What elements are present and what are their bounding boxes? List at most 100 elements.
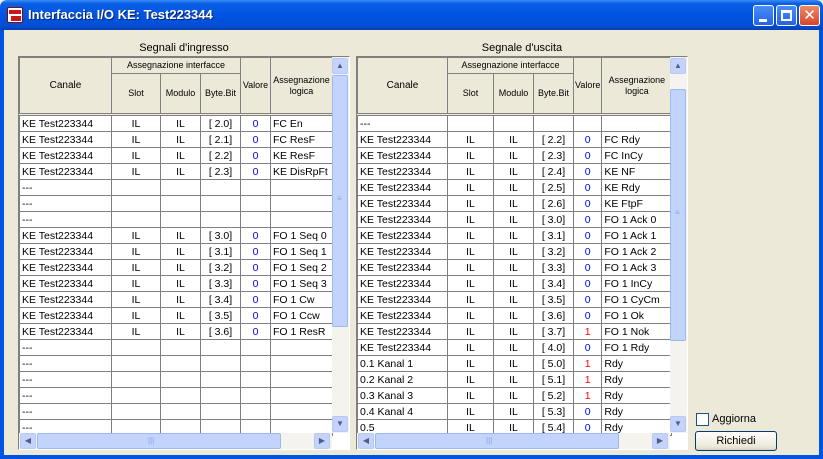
cell-byte-bit[interactable]: [ 2.2] <box>200 147 241 164</box>
cell-byte-bit[interactable]: [ 2.2] <box>533 131 574 148</box>
cell-logica[interactable]: FO 1 Ack 1 <box>601 227 673 244</box>
cell-valore[interactable]: 0 <box>572 227 603 244</box>
cell-valore[interactable]: 0 <box>240 131 271 148</box>
cell-valore[interactable] <box>240 355 271 372</box>
cell-canale[interactable]: KE Test223344 <box>357 339 448 356</box>
title-bar[interactable]: Interfaccia I/O KE: Test223344 ✕ <box>0 0 823 30</box>
cell-canale[interactable]: KE Test223344 <box>19 131 112 148</box>
cell-modulo[interactable]: IL <box>160 147 201 164</box>
cell-byte-bit[interactable] <box>533 115 574 132</box>
aggiorna-checkbox[interactable] <box>696 413 709 426</box>
scroll-up-icon[interactable]: ▲ <box>670 58 686 74</box>
table-row[interactable]: 0.3 Kanal 3 IL IL[ 5.2] 1 Rdy <box>357 387 673 404</box>
close-button[interactable]: ✕ <box>799 5 820 26</box>
table-row[interactable]: KE Test223344 IL IL[ 3.1] 0 FO 1 Ack 1 <box>357 227 673 244</box>
cell-byte-bit[interactable] <box>200 355 241 372</box>
cell-canale[interactable]: --- <box>19 211 112 228</box>
cell-modulo[interactable]: IL <box>493 259 534 276</box>
table-row[interactable]: --- <box>19 355 333 372</box>
cell-logica[interactable]: FO 1 Ack 3 <box>601 259 673 276</box>
cell-slot[interactable]: IL <box>447 355 494 372</box>
cell-modulo[interactable]: IL <box>493 163 534 180</box>
col-header-slot[interactable]: Slot <box>111 73 161 114</box>
cell-canale[interactable]: KE Test223344 <box>357 147 448 164</box>
cell-logica[interactable]: FO 1 Seq 3 <box>270 275 333 292</box>
cell-modulo[interactable]: IL <box>493 195 534 212</box>
cell-logica[interactable]: Rdy <box>601 355 673 372</box>
table-row[interactable]: --- <box>357 115 673 132</box>
col-header-valore[interactable]: Valore <box>572 57 603 114</box>
cell-slot[interactable]: IL <box>447 339 494 356</box>
cell-logica[interactable]: FC ResF <box>270 131 333 148</box>
cell-canale[interactable]: KE Test223344 <box>19 307 112 324</box>
cell-logica[interactable]: FO 1 Ack 2 <box>601 243 673 260</box>
cell-canale[interactable]: KE Test223344 <box>19 259 112 276</box>
cell-modulo[interactable] <box>160 387 201 404</box>
cell-modulo[interactable]: IL <box>493 339 534 356</box>
cell-logica[interactable]: KE DisRpFt <box>270 163 333 180</box>
table-row[interactable]: --- <box>19 403 333 420</box>
cell-modulo[interactable]: IL <box>160 323 201 340</box>
col-header-assegnazione-logica[interactable]: Assegnazione logica <box>270 57 333 114</box>
cell-slot[interactable]: IL <box>447 259 494 276</box>
cell-slot[interactable]: IL <box>447 371 494 388</box>
cell-canale[interactable]: 0.2 Kanal 2 <box>357 371 448 388</box>
cell-logica[interactable] <box>270 179 333 196</box>
cell-canale[interactable]: --- <box>19 179 112 196</box>
table-row[interactable]: KE Test223344 IL IL[ 2.5] 0 KE Rdy <box>357 179 673 196</box>
table-row[interactable]: KE Test223344 IL IL[ 3.6] 0 FO 1 ResR <box>19 323 333 340</box>
cell-logica[interactable] <box>270 371 333 388</box>
col-header-byte-bit[interactable]: Byte.Bit <box>200 73 241 114</box>
table-row[interactable]: KE Test223344 IL IL[ 2.3] 0 KE DisRpFt <box>19 163 333 180</box>
cell-canale[interactable]: 0.3 Kanal 3 <box>357 387 448 404</box>
cell-logica[interactable]: FO 1 Ccw <box>270 307 333 324</box>
cell-canale[interactable]: KE Test223344 <box>19 323 112 340</box>
cell-logica[interactable]: FO 1 Ok <box>601 307 673 324</box>
scroll-down-icon[interactable]: ▼ <box>670 416 686 432</box>
cell-canale[interactable]: KE Test223344 <box>357 323 448 340</box>
cell-byte-bit[interactable]: [ 2.3] <box>533 147 574 164</box>
cell-modulo[interactable]: IL <box>160 291 201 308</box>
cell-canale[interactable]: KE Test223344 <box>19 275 112 292</box>
cell-byte-bit[interactable]: [ 3.7] <box>533 323 574 340</box>
cell-byte-bit[interactable]: [ 3.1] <box>200 243 241 260</box>
input-signals-grid[interactable]: Canale Assegnazione interfacce Valore As… <box>18 56 350 450</box>
cell-canale[interactable]: KE Test223344 <box>19 115 112 132</box>
cell-byte-bit[interactable] <box>200 403 241 420</box>
table-row[interactable]: KE Test223344 IL IL[ 3.5] 0 FO 1 Ccw <box>19 307 333 324</box>
cell-valore[interactable]: 0 <box>572 211 603 228</box>
cell-byte-bit[interactable]: [ 2.4] <box>533 163 574 180</box>
cell-slot[interactable]: IL <box>447 323 494 340</box>
cell-logica[interactable]: FO 1 Seq 1 <box>270 243 333 260</box>
cell-logica[interactable]: FC En <box>270 115 333 132</box>
col-header-slot[interactable]: Slot <box>447 73 494 114</box>
cell-logica[interactable]: FO 1 Seq 2 <box>270 259 333 276</box>
cell-slot[interactable] <box>111 179 161 196</box>
table-row[interactable]: KE Test223344 IL IL[ 3.1] 0 FO 1 Seq 1 <box>19 243 333 260</box>
cell-valore[interactable] <box>240 387 271 404</box>
cell-valore[interactable] <box>240 339 271 356</box>
cell-slot[interactable]: IL <box>447 131 494 148</box>
cell-byte-bit[interactable]: [ 2.0] <box>200 115 241 132</box>
cell-valore[interactable]: 0 <box>240 243 271 260</box>
cell-slot[interactable]: IL <box>111 115 161 132</box>
cell-byte-bit[interactable]: [ 3.5] <box>200 307 241 324</box>
cell-logica[interactable]: KE ResF <box>270 147 333 164</box>
cell-byte-bit[interactable]: [ 5.3] <box>533 403 574 420</box>
cell-canale[interactable]: KE Test223344 <box>357 195 448 212</box>
scroll-down-icon[interactable]: ▼ <box>332 416 348 432</box>
cell-canale[interactable]: KE Test223344 <box>357 307 448 324</box>
cell-canale[interactable]: --- <box>357 115 448 132</box>
table-row[interactable]: KE Test223344 IL IL[ 3.6] 0 FO 1 Ok <box>357 307 673 324</box>
cell-byte-bit[interactable]: [ 3.2] <box>533 243 574 260</box>
cell-canale[interactable]: KE Test223344 <box>19 227 112 244</box>
cell-logica[interactable] <box>601 115 673 132</box>
input-horizontal-scrollbar[interactable]: ◀ ||| ▶ <box>19 433 332 449</box>
cell-byte-bit[interactable]: [ 5.1] <box>533 371 574 388</box>
scroll-left-icon[interactable]: ◀ <box>358 433 374 449</box>
table-row[interactable]: KE Test223344 IL IL[ 3.4] 0 FO 1 InCy <box>357 275 673 292</box>
cell-canale[interactable]: --- <box>19 339 112 356</box>
cell-valore[interactable]: 1 <box>572 371 603 388</box>
table-row[interactable]: KE Test223344 IL IL[ 3.4] 0 FO 1 Cw <box>19 291 333 308</box>
maximize-button[interactable] <box>776 5 797 26</box>
